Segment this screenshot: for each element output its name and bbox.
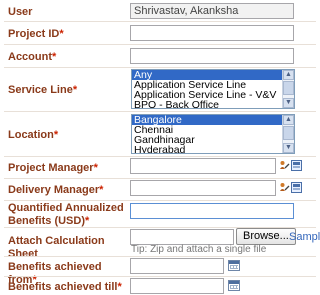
- divider: [4, 111, 316, 112]
- project-id-label: Project ID*: [8, 28, 64, 40]
- location-option[interactable]: Hyderabad: [132, 145, 294, 153]
- scrollbar[interactable]: ▲ ▼: [282, 115, 294, 153]
- service-line-option[interactable]: BPO - Back Office: [132, 100, 294, 108]
- location-row: Location* Bangalore Chennai Gandhinagar …: [0, 113, 320, 155]
- scroll-down-icon[interactable]: ▼: [283, 98, 294, 108]
- service-line-row: Service Line* Any Application Service Li…: [0, 68, 320, 110]
- delivery-manager-label: Delivery Manager*: [8, 184, 104, 196]
- service-line-listbox[interactable]: Any Application Service Line Application…: [131, 69, 295, 109]
- benefits-till-row: Benefits achieved till*: [0, 277, 320, 295]
- benefits-from-input[interactable]: [130, 258, 224, 274]
- account-input[interactable]: [130, 48, 294, 64]
- benefits-till-input[interactable]: [130, 278, 224, 294]
- divider: [4, 21, 316, 22]
- benefits-input[interactable]: [130, 203, 294, 219]
- calendar-icon[interactable]: [228, 260, 240, 271]
- location-listbox[interactable]: Bangalore Chennai Gandhinagar Hyderabad …: [131, 114, 295, 154]
- scroll-down-icon[interactable]: ▼: [283, 143, 294, 153]
- location-label: Location*: [8, 129, 59, 141]
- benefits-from-row: Benefits achieved from*: [0, 257, 320, 286]
- user-field[interactable]: Shrivastav, Akanksha: [130, 3, 294, 19]
- scroll-thumb[interactable]: [283, 126, 294, 140]
- benefits-label: Quantified Annualized Benefits (USD)*: [8, 202, 124, 227]
- project-manager-label: Project Manager*: [8, 162, 98, 174]
- person-picker-icon[interactable]: [279, 160, 290, 171]
- benefits-row: Quantified Annualized Benefits (USD)*: [0, 201, 320, 227]
- project-manager-input[interactable]: [130, 158, 276, 174]
- project-manager-row: Project Manager*: [0, 157, 320, 177]
- user-row: User Shrivastav, Akanksha: [0, 2, 320, 20]
- delivery-manager-input[interactable]: [130, 180, 276, 196]
- sample-link[interactable]: Sample: [289, 231, 320, 243]
- scroll-thumb[interactable]: [283, 81, 294, 95]
- service-line-label: Service Line*: [8, 84, 78, 96]
- account-row: Account*: [0, 46, 320, 66]
- scrollbar[interactable]: ▲ ▼: [282, 70, 294, 108]
- delivery-manager-row: Delivery Manager*: [0, 179, 320, 199]
- account-label: Account*: [8, 51, 57, 63]
- scroll-up-icon[interactable]: ▲: [283, 70, 294, 80]
- user-label: User: [8, 6, 33, 18]
- benefits-till-label: Benefits achieved till*: [8, 281, 122, 293]
- project-id-input[interactable]: [130, 25, 294, 41]
- address-book-icon[interactable]: [291, 182, 302, 193]
- file-path-input[interactable]: [130, 229, 234, 245]
- attach-row: Attach Calculation Sheet Browse... Sampl…: [0, 228, 320, 260]
- scroll-up-icon[interactable]: ▲: [283, 115, 294, 125]
- project-id-row: Project ID*: [0, 23, 320, 43]
- address-book-icon[interactable]: [291, 160, 302, 171]
- divider: [4, 44, 316, 45]
- attach-tip: Tip: Zip and attach a single file: [131, 244, 267, 255]
- person-picker-icon[interactable]: [279, 182, 290, 193]
- browse-button[interactable]: Browse...: [236, 228, 296, 245]
- calendar-icon[interactable]: [228, 280, 240, 291]
